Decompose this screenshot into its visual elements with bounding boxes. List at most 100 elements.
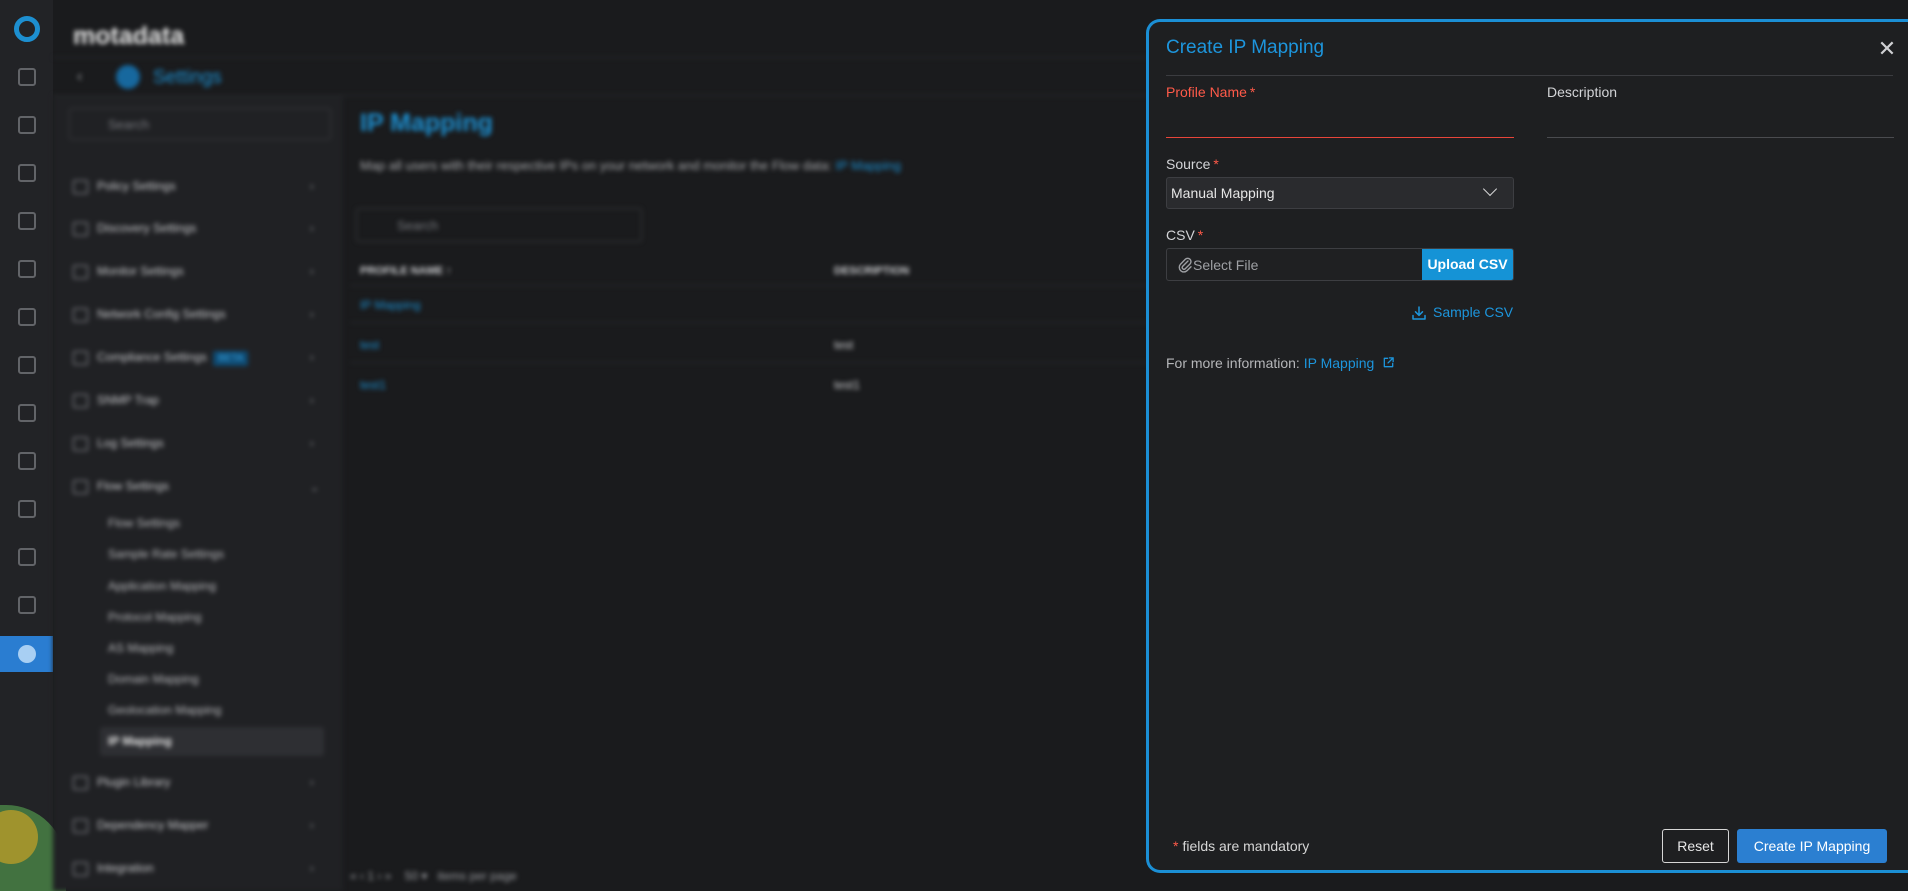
required-asterisk: * [1249, 84, 1256, 100]
info-text: For more information: IP Mapping [1166, 355, 1395, 371]
create-ip-mapping-button[interactable]: Create IP Mapping [1737, 829, 1887, 863]
log-icon [73, 436, 88, 451]
external-link-icon [1383, 357, 1394, 368]
settings-rail-item[interactable] [0, 636, 53, 672]
paperclip-icon [1178, 257, 1192, 273]
brand-logo: motadata [73, 22, 185, 50]
sidebar-subitem[interactable]: Domain Mapping [108, 672, 199, 686]
chevron-right-icon: › [310, 820, 314, 832]
flow-icon [73, 479, 88, 494]
settings-icon [18, 645, 36, 663]
dependency-icon [73, 818, 88, 833]
sidebar-item-policy-settings[interactable]: Policy Settings [73, 179, 176, 194]
snmp-icon [73, 393, 88, 408]
chevron-right-icon: › [310, 438, 314, 450]
cloud-icon[interactable] [18, 500, 36, 518]
sidebar-search-input[interactable]: Search [69, 108, 331, 140]
chevron-right-icon: › [310, 352, 314, 364]
dashboard-icon[interactable] [18, 68, 36, 86]
mandatory-note: * fields are mandatory [1173, 838, 1310, 854]
required-asterisk: * [1197, 227, 1204, 243]
table-row-name[interactable]: IP Mapping [360, 298, 421, 312]
sidebar-subitem[interactable]: Flow Settings [108, 516, 180, 530]
divider [1166, 75, 1893, 76]
description-input[interactable] [1547, 105, 1894, 138]
chevron-right-icon: › [310, 223, 314, 235]
chevron-right-icon: › [310, 309, 314, 321]
sidebar-item-dependency-mapper[interactable]: Dependency Mapper [73, 818, 208, 833]
divider [350, 285, 1200, 286]
integration-icon [73, 861, 88, 876]
sidebar-item-plugin-library[interactable]: Plugin Library [73, 775, 170, 790]
network-icon[interactable] [18, 404, 36, 422]
log-icon[interactable] [18, 548, 36, 566]
sidebar-item-network-config-settings[interactable]: Network Config Settings [73, 307, 226, 322]
sidebar-subitem[interactable]: Sample Rate Settings [108, 547, 224, 561]
sidebar-subitem[interactable]: Protocol Mapping [108, 610, 201, 624]
column-header-description: DESCRIPTION [834, 265, 910, 277]
chevron-down-icon [1482, 181, 1498, 197]
sidebar-subitem[interactable]: AS Mapping [108, 641, 173, 655]
create-ip-mapping-drawer: Create IP Mapping ✕ Profile Name * Descri… [1146, 19, 1908, 873]
document-icon[interactable] [18, 596, 36, 614]
monitor-icon[interactable] [18, 116, 36, 134]
settings-icon [116, 65, 140, 89]
sidebar-item-snmp-trap[interactable]: SNMP Trap [73, 393, 159, 408]
file-placeholder: Select File [1193, 257, 1259, 273]
drawer-title: Create IP Mapping [1166, 37, 1325, 58]
chevron-right-icon: › [310, 395, 314, 407]
sample-csv-link[interactable]: Sample CSV [1411, 304, 1513, 321]
description-label: Description [1547, 84, 1618, 100]
table-row-name[interactable]: test1 [360, 378, 386, 392]
policy-icon [73, 179, 88, 194]
sidebar-item-log-settings[interactable]: Log Settings [73, 436, 164, 451]
sidebar-item-discovery-settings[interactable]: Discovery Settings [73, 221, 196, 236]
upload-csv-button[interactable]: Upload CSV [1422, 249, 1513, 280]
table-row-name[interactable]: test [360, 338, 379, 352]
inventory-icon[interactable] [18, 212, 36, 230]
divider [350, 322, 1200, 323]
reports-icon[interactable] [18, 260, 36, 278]
network-config-icon [73, 307, 88, 322]
column-header-profile-name[interactable]: PROFILE NAME ↑ [360, 265, 452, 277]
plugin-icon [73, 775, 88, 790]
profile-name-input[interactable] [1166, 105, 1514, 138]
csv-label: CSV * [1166, 227, 1204, 243]
ip-mapping-docs-link[interactable]: IP Mapping [1304, 355, 1395, 371]
sidebar-subitem[interactable]: Application Mapping [108, 579, 216, 593]
chevron-right-icon: › [310, 777, 314, 789]
divider [350, 362, 1200, 363]
close-icon[interactable]: ✕ [1874, 36, 1900, 62]
table-row-description: test [834, 338, 854, 352]
topology-icon[interactable] [18, 308, 36, 326]
sidebar-subitem-ip-mapping[interactable]: IP Mapping [108, 734, 172, 748]
page-title: IP Mapping [360, 109, 493, 137]
icon-rail [0, 0, 66, 891]
page-description: Map all users with their respective IPs … [360, 158, 901, 173]
pagination[interactable]: « ‹ 1 › » 50 ▾ items per page [350, 869, 517, 883]
chevron-right-icon: › [310, 266, 314, 278]
flow-icon[interactable] [18, 452, 36, 470]
reset-button[interactable]: Reset [1662, 829, 1729, 863]
sidebar-item-integration[interactable]: Integration [73, 861, 154, 876]
chevron-right-icon: › [310, 863, 314, 875]
beta-badge: BETA [213, 351, 249, 366]
chevron-right-icon: › [310, 181, 314, 193]
sidebar-item-flow-settings[interactable]: Flow Settings [73, 479, 169, 494]
csv-file-field[interactable]: Select File Upload CSV [1166, 248, 1514, 281]
sidebar-subitem[interactable]: Geolocation Mapping [108, 703, 221, 717]
chevron-down-icon: ⌄ [310, 482, 320, 494]
metrics-icon[interactable] [18, 164, 36, 182]
sidebar-item-monitor-settings[interactable]: Monitor Settings [73, 264, 184, 279]
docs-link[interactable]: IP Mapping [835, 158, 901, 173]
table-row-description: test1 [834, 378, 861, 392]
back-arrow-icon[interactable]: ‹ [77, 68, 82, 86]
table-search-input[interactable]: Search [356, 208, 642, 242]
source-select[interactable]: Manual Mapping [1166, 177, 1514, 209]
discovery-icon [73, 221, 88, 236]
profile-name-label: Profile Name * [1166, 84, 1256, 100]
alerts-icon[interactable] [18, 356, 36, 374]
sidebar-item-compliance-settings[interactable]: Compliance Settings BETA [73, 350, 249, 366]
app-logo-icon[interactable] [14, 16, 40, 42]
monitor-icon [73, 264, 88, 279]
